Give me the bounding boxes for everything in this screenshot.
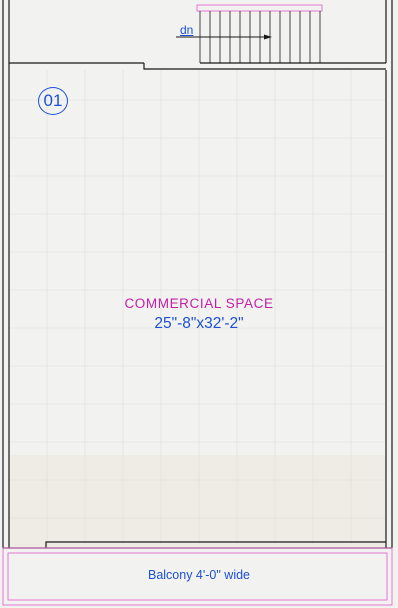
lower-shaded-zone (9, 455, 386, 547)
room-name-label: COMMERCIAL SPACE (124, 296, 274, 311)
balcony-label: Balcony 4'-0" wide (147, 568, 250, 582)
room-size-label: 25"-8"x32'-2" (154, 315, 244, 332)
room-number-tag: 01 (38, 87, 68, 115)
stair-direction-label: dn (180, 23, 194, 37)
